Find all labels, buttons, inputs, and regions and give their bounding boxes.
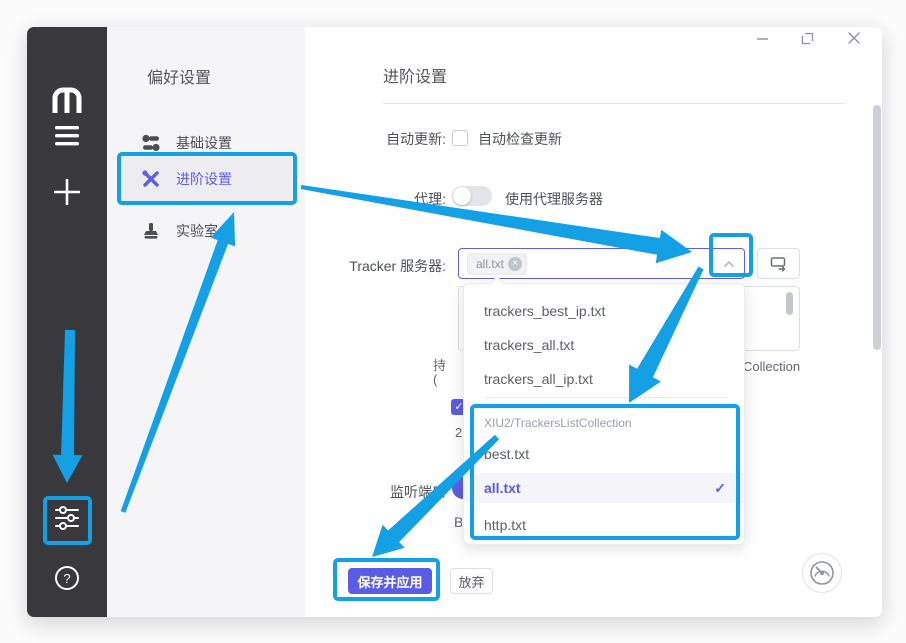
minimize-button[interactable]	[754, 30, 770, 46]
chevron-up-icon[interactable]	[722, 257, 736, 276]
lab-icon	[142, 222, 162, 240]
dropdown-item[interactable]: best.txt	[464, 439, 744, 469]
page-title: 进阶设置	[383, 63, 447, 87]
auto-update-label: 自动更新:	[306, 129, 446, 149]
title-divider	[383, 103, 845, 104]
helper-text-fragment: Collection	[743, 359, 813, 374]
advanced-settings-page: 进阶设置 自动更新: 自动检查更新 代理: 使用代理服务器 Tracker 服务…	[305, 27, 882, 617]
task-list-menu-icon[interactable]	[27, 125, 107, 147]
listen-port-label: 监听端口	[306, 482, 446, 502]
dropdown-item[interactable]: trackers_all_ip.txt	[464, 364, 744, 394]
proxy-toggle-label: 使用代理服务器	[505, 189, 603, 209]
save-and-apply-button[interactable]: 保存并应用	[348, 568, 432, 594]
page-scrollbar[interactable]	[873, 105, 881, 350]
close-button[interactable]	[846, 30, 862, 46]
check-icon: ✓	[714, 473, 726, 503]
discard-button[interactable]: 放弃	[450, 568, 493, 594]
speed-limit-button[interactable]	[802, 553, 842, 593]
dropdown-item[interactable]: trackers_all.txt	[464, 330, 744, 360]
proxy-label: 代理:	[306, 189, 446, 209]
motrix-logo	[27, 85, 107, 115]
sidebar-item-label: 进阶设置	[176, 169, 232, 189]
dropdown-item-label: all.txt	[484, 480, 521, 496]
app-sidebar: ?	[27, 27, 107, 617]
toggle-knob	[453, 187, 471, 205]
next-row-fragment: B	[454, 514, 462, 530]
dropdown-item-selected[interactable]: all.txt ✓	[464, 473, 744, 503]
tracker-label: Tracker 服务器:	[306, 256, 446, 276]
selected-tracker-tag: all.txt ×	[467, 253, 527, 275]
tag-label: all.txt	[476, 257, 504, 271]
sidebar-item-advanced[interactable]: 进阶设置	[120, 155, 292, 202]
textarea-scrollbar[interactable]	[786, 292, 793, 315]
tag-close-icon[interactable]: ×	[508, 257, 522, 271]
sidebar-item-label: 基础设置	[176, 133, 232, 153]
preferences-icon[interactable]	[27, 505, 107, 531]
preferences-title: 偏好设置	[147, 64, 211, 88]
proxy-toggle[interactable]	[452, 186, 492, 206]
dropdown-item[interactable]: http.txt	[464, 510, 744, 540]
preferences-sidebar: 偏好设置 基础设置 进阶设置 实验室	[107, 27, 305, 617]
advanced-settings-icon	[142, 170, 162, 188]
basic-settings-icon	[142, 134, 162, 152]
tracker-select[interactable]: all.txt ×	[458, 248, 745, 279]
svg-text:?: ?	[63, 571, 70, 586]
maximize-button[interactable]	[799, 30, 815, 46]
dropdown-item[interactable]: trackers_best_ip.txt	[464, 296, 744, 326]
sidebar-item-lab[interactable]: 实验室	[120, 211, 292, 251]
sync-trackers-button[interactable]	[757, 248, 800, 279]
tracker-dropdown: trackers_best_ip.txt trackers_all.txt tr…	[463, 283, 745, 545]
preferences-window: ? 偏好设置 基础设置 进阶设置 实验室 进阶设置 自	[27, 27, 882, 617]
auto-update-checkbox-label: 自动检查更新	[478, 129, 562, 149]
dropdown-divider	[486, 397, 728, 398]
helper-text-fragment: (	[433, 372, 443, 387]
dropdown-group-label: XIU2/TrackersListCollection	[484, 416, 632, 430]
sidebar-item-label: 实验室	[176, 221, 218, 241]
help-icon[interactable]: ?	[27, 564, 107, 592]
add-task-icon[interactable]	[27, 179, 107, 205]
auto-update-checkbox[interactable]	[452, 130, 468, 146]
